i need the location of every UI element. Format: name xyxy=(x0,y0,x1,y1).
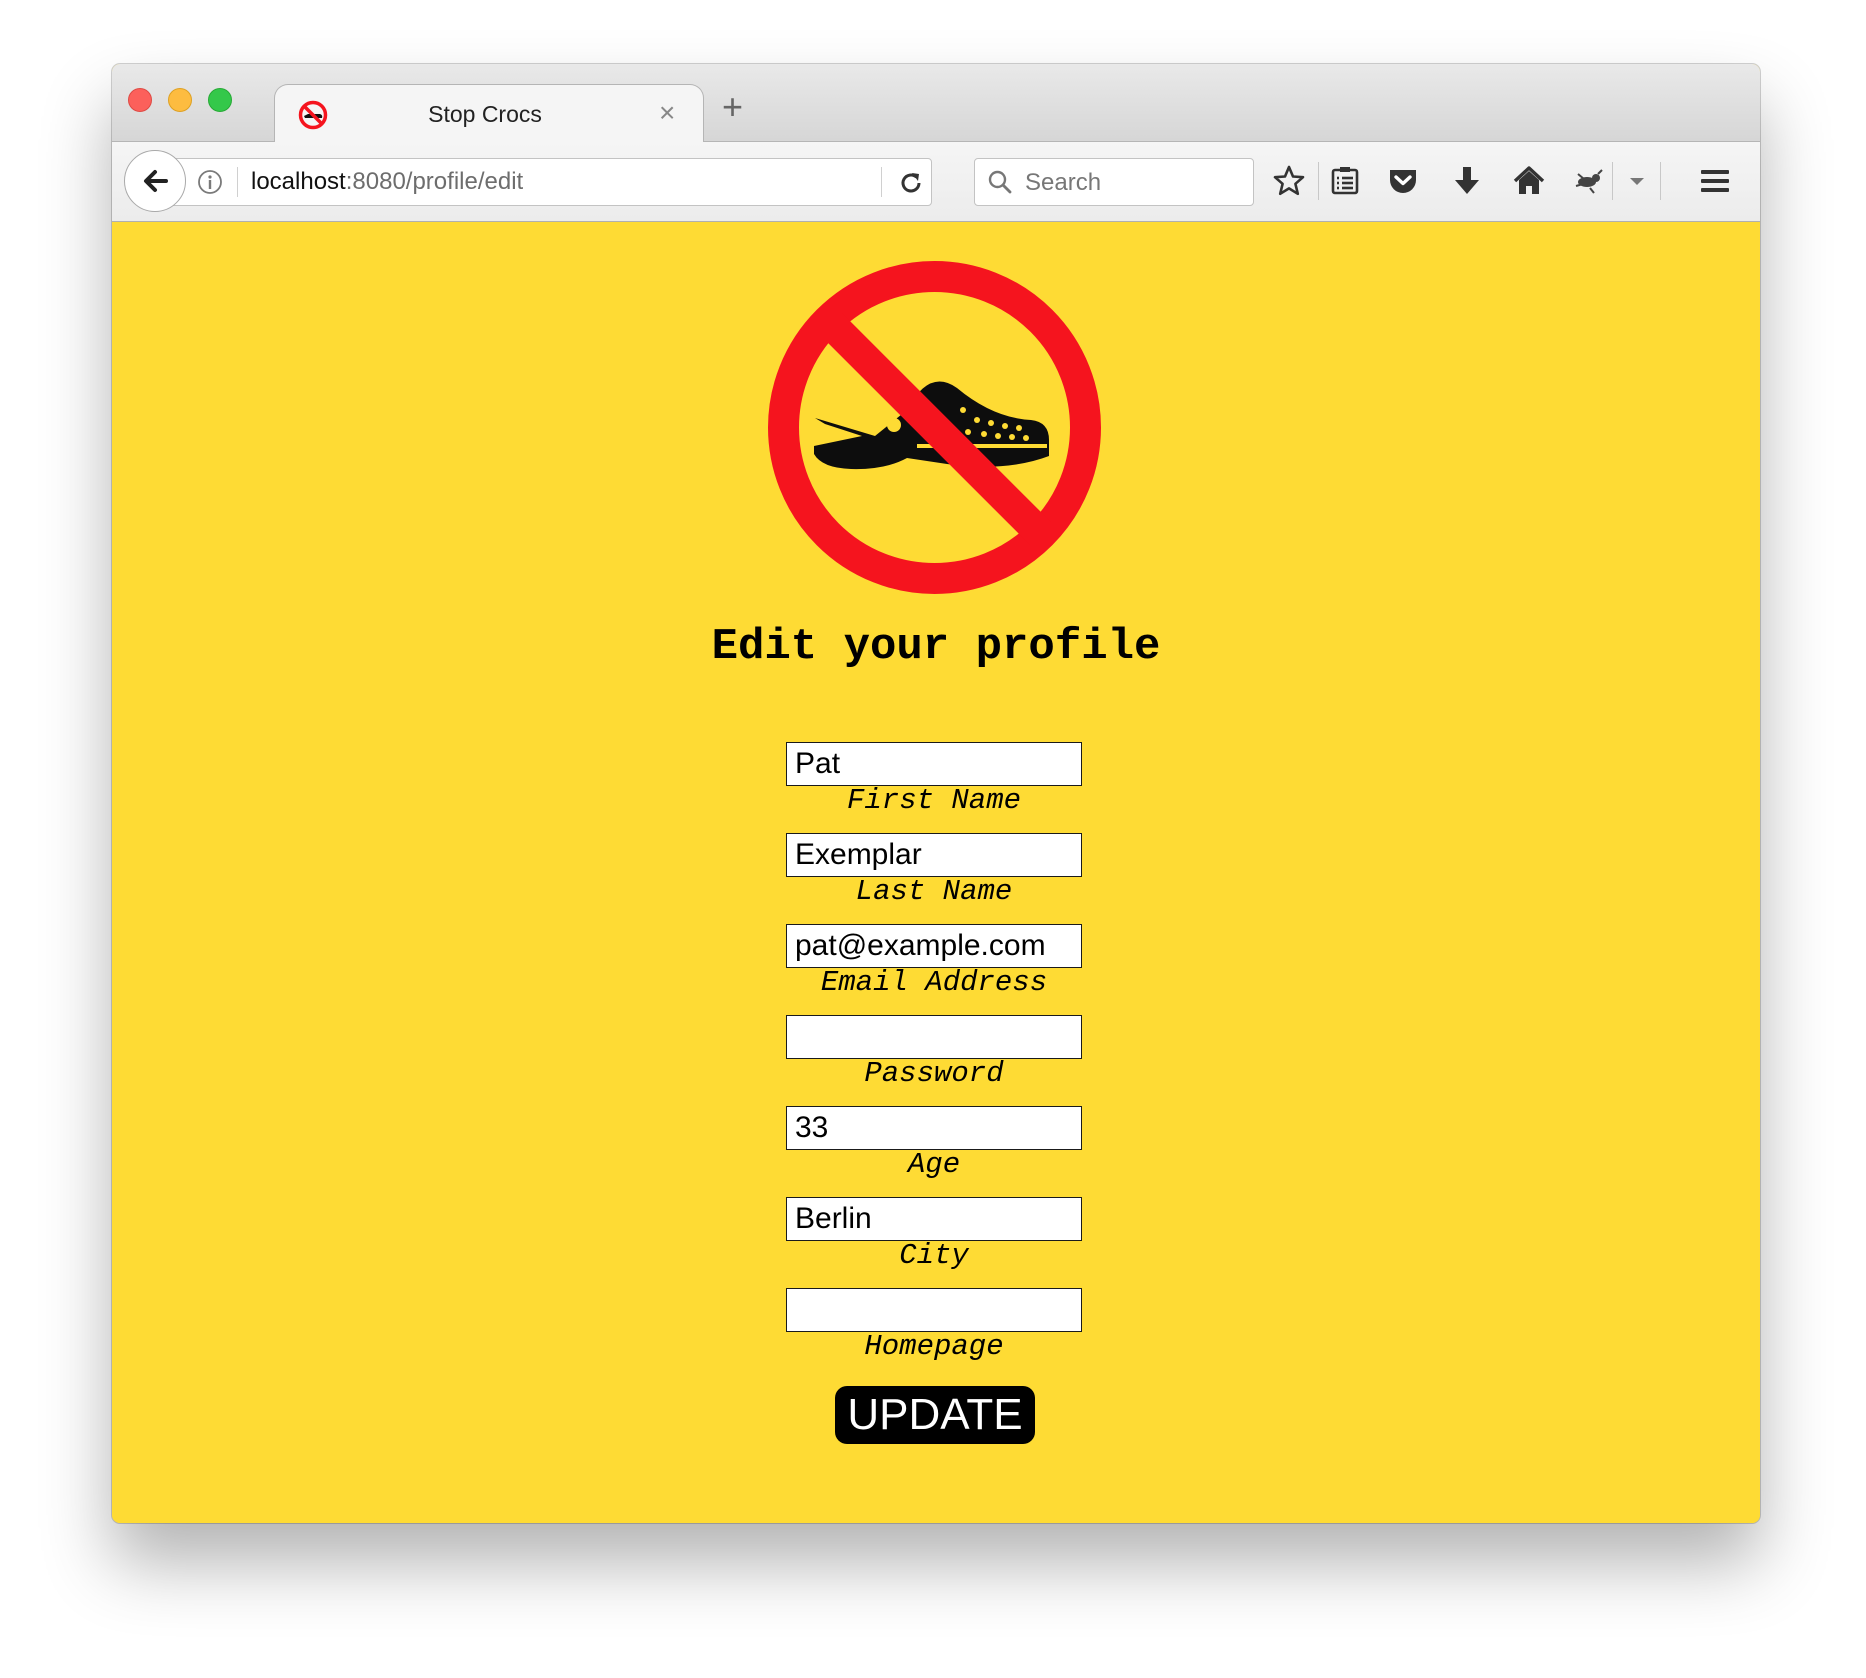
new-tab-button[interactable]: + xyxy=(722,86,743,128)
chevron-down-icon[interactable] xyxy=(1620,164,1654,198)
password-label: Password xyxy=(864,1057,1004,1090)
toolbar-divider xyxy=(1660,162,1661,200)
homepage-input[interactable] xyxy=(786,1288,1082,1332)
reload-icon[interactable] xyxy=(898,170,924,196)
email-input[interactable] xyxy=(786,924,1082,968)
age-field: Age xyxy=(786,1106,1082,1181)
url-text[interactable]: localhost:8080/profile/edit xyxy=(251,168,523,196)
search-placeholder: Search xyxy=(1025,169,1102,196)
url-path: :8080/profile/edit xyxy=(345,168,524,195)
first-name-label: First Name xyxy=(846,784,1022,817)
pocket-icon[interactable] xyxy=(1386,164,1420,198)
download-icon[interactable] xyxy=(1450,164,1484,198)
home-icon[interactable] xyxy=(1512,164,1546,198)
city-input[interactable] xyxy=(786,1197,1082,1241)
tab-bar: Stop Crocs × + xyxy=(112,64,1760,143)
tab-close-icon[interactable]: × xyxy=(659,97,675,129)
search-icon xyxy=(988,170,1012,194)
back-arrow-icon xyxy=(144,170,168,192)
last-name-input[interactable] xyxy=(786,833,1082,877)
age-label: Age xyxy=(907,1148,961,1181)
password-field: Password xyxy=(786,1015,1082,1090)
url-divider xyxy=(237,167,238,197)
toolbar-divider xyxy=(1612,162,1613,200)
password-input[interactable] xyxy=(786,1015,1082,1059)
minimize-window-button[interactable] xyxy=(168,88,192,112)
bookmark-star-icon[interactable] xyxy=(1272,164,1306,198)
city-field: City xyxy=(786,1197,1082,1272)
age-input[interactable] xyxy=(786,1106,1082,1150)
city-label: City xyxy=(899,1239,969,1272)
maximize-window-button[interactable] xyxy=(208,88,232,112)
email-field: Email Address xyxy=(786,924,1082,999)
address-bar[interactable]: localhost:8080/profile/edit xyxy=(162,158,932,206)
homepage-label: Homepage xyxy=(864,1330,1004,1363)
first-name-input[interactable] xyxy=(786,742,1082,786)
email-label: Email Address xyxy=(820,966,1048,999)
close-window-button[interactable] xyxy=(128,88,152,112)
url-host: localhost xyxy=(251,168,346,195)
browser-window: Stop Crocs × + localhost:8080/profile/ed… xyxy=(112,64,1760,1523)
first-name-field: First Name xyxy=(786,742,1082,817)
page-content: Edit your profile First Name Last Name E… xyxy=(112,222,1760,1523)
extension-icon[interactable] xyxy=(1572,164,1606,198)
reading-list-icon[interactable] xyxy=(1328,164,1362,198)
update-button[interactable]: UPDATE xyxy=(835,1386,1035,1444)
no-crocs-favicon-icon xyxy=(298,100,328,130)
url-divider xyxy=(881,167,882,197)
toolbar-divider xyxy=(1318,162,1319,200)
last-name-label: Last Name xyxy=(855,875,1013,908)
menu-icon[interactable] xyxy=(1698,164,1732,198)
page-title: Edit your profile xyxy=(711,622,1161,672)
last-name-field: Last Name xyxy=(786,833,1082,908)
navigation-toolbar: localhost:8080/profile/edit Search xyxy=(112,142,1760,222)
tab-title: Stop Crocs xyxy=(428,101,542,127)
back-button[interactable] xyxy=(124,150,186,212)
homepage-field: Homepage xyxy=(786,1288,1082,1363)
tab-stop-crocs[interactable]: Stop Crocs × xyxy=(274,84,704,143)
search-bar[interactable]: Search xyxy=(974,158,1254,206)
no-crocs-logo xyxy=(768,261,1101,594)
info-icon[interactable] xyxy=(197,169,223,195)
